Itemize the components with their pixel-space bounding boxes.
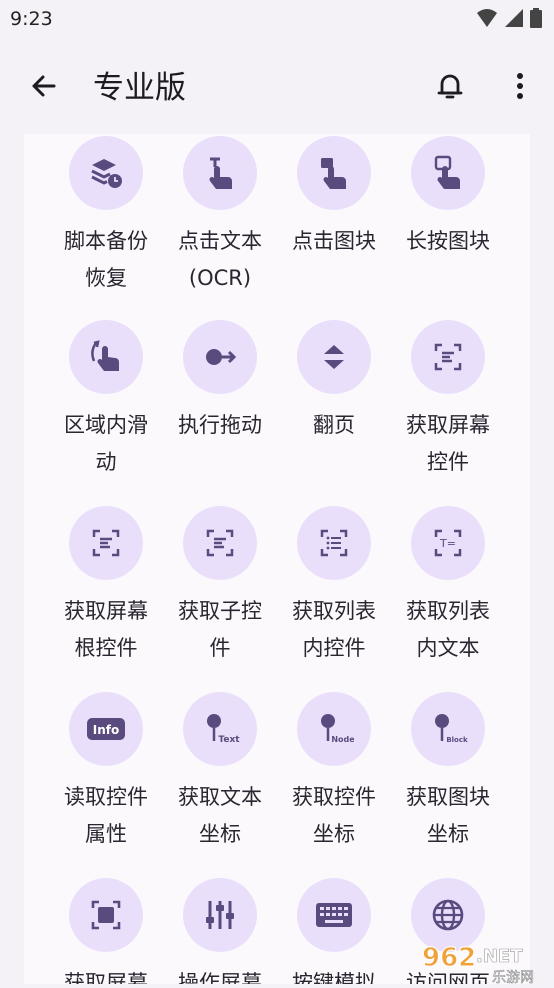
svg-text:Info: Info — [93, 723, 119, 737]
item-label: 获取屏幕 — [64, 971, 148, 984]
grid-item-screen-control[interactable]: 获取屏幕 控件 — [391, 320, 505, 481]
back-button[interactable] — [24, 66, 64, 106]
info-icon: Info — [87, 718, 125, 740]
grid-item-drag[interactable]: 执行拖动 — [163, 320, 277, 444]
grid-item-child-control[interactable]: 获取子控 件 — [163, 506, 277, 667]
grid-item-page-turn[interactable]: 翻页 — [277, 320, 391, 444]
item-label: 长按图块 — [406, 229, 490, 253]
grid-item-screenshot[interactable]: 获取屏幕 — [49, 878, 163, 984]
signal-icon — [505, 9, 523, 27]
item-label: 获取文本 坐标 — [178, 785, 262, 846]
item-label: 翻页 — [313, 413, 355, 437]
svg-text:962: 962 — [422, 943, 476, 973]
grid-item-swipe-area[interactable]: 区域内滑 动 — [49, 320, 163, 481]
grid-item-text-coords[interactable]: Text 获取文本 坐标 — [163, 692, 277, 853]
list-text-icon: T= — [434, 529, 462, 557]
item-label: 操作屏幕 — [178, 971, 262, 984]
backup-clock-icon — [91, 159, 122, 188]
screen-control-icon — [434, 343, 462, 371]
grid-item-tap-block[interactable]: 点击图块 — [277, 134, 391, 260]
grid-item-script-backup[interactable]: 脚本备份 恢复 — [49, 134, 163, 297]
bell-icon — [437, 74, 463, 99]
battery-icon — [530, 8, 542, 28]
app-bar: 专业版 — [0, 38, 554, 134]
root-control-icon — [92, 529, 120, 557]
tap-block-icon — [321, 158, 346, 189]
status-time: 9:23 — [10, 8, 53, 30]
item-label: 执行拖动 — [178, 413, 262, 437]
watermark-logo: 962 .NET 乐游网 — [418, 938, 554, 987]
item-label: 获取控件 坐标 — [292, 785, 376, 846]
svg-text:乐游网: 乐游网 — [492, 970, 534, 984]
item-label: 脚本备份 恢复 — [64, 229, 148, 290]
grid-item-root-control[interactable]: 获取屏幕 根控件 — [49, 506, 163, 667]
item-label: 获取列表 内控件 — [292, 599, 376, 660]
swipe-area-icon — [91, 340, 119, 371]
grid-item-block-coords[interactable]: Block 获取图块 坐标 — [391, 692, 505, 853]
text-pin-icon: Text — [207, 714, 240, 745]
notification-button[interactable] — [430, 66, 470, 106]
sliders-icon — [206, 901, 234, 929]
svg-text:Text: Text — [218, 735, 240, 745]
page-turn-icon — [324, 345, 344, 369]
page-title: 专业版 — [93, 70, 186, 106]
svg-text:.NET: .NET — [476, 946, 523, 967]
more-vert-icon — [517, 73, 523, 99]
globe-icon — [432, 899, 464, 931]
item-label: 按键模拟 — [292, 971, 376, 984]
list-control-icon — [320, 529, 348, 557]
grid-item-list-text[interactable]: T= 获取列表 内文本 — [391, 506, 505, 667]
long-press-icon — [434, 155, 460, 189]
item-label: 获取屏幕 控件 — [406, 413, 490, 474]
item-label: 获取列表 内文本 — [406, 599, 490, 660]
drag-icon — [206, 349, 237, 365]
arrow-back-icon — [32, 75, 56, 97]
item-label: 点击图块 — [292, 229, 376, 253]
item-label: 获取图块 坐标 — [406, 785, 490, 846]
keyboard-icon — [316, 903, 352, 927]
screenshot-icon — [91, 900, 121, 930]
tap-text-icon — [209, 157, 232, 189]
item-label: 点击文本 (OCR) — [178, 229, 262, 290]
grid-item-control-coords[interactable]: Node 获取控件 坐标 — [277, 692, 391, 853]
grid-item-long-press-block[interactable]: 长按图块 — [391, 134, 505, 260]
grid-item-list-control[interactable]: 获取列表 内控件 — [277, 506, 391, 667]
block-pin-icon: Block — [435, 714, 468, 744]
node-pin-icon: Node — [321, 714, 354, 744]
feature-grid: 脚本备份 恢复 点击文本 (OCR) 点击图块 长按图块 区域内滑 动 执行拖动… — [24, 134, 530, 984]
grid-item-tap-text[interactable]: 点击文本 (OCR) — [163, 134, 277, 297]
svg-text:Node: Node — [331, 735, 354, 744]
more-options-button[interactable] — [500, 66, 540, 106]
svg-text:Block: Block — [446, 736, 468, 744]
item-label: 获取子控 件 — [178, 599, 262, 660]
grid-item-operate-screen[interactable]: 操作屏幕 — [163, 878, 277, 984]
grid-item-read-attributes[interactable]: Info 读取控件 属性 — [49, 692, 163, 853]
child-control-icon — [206, 529, 234, 557]
item-label: 获取屏幕 根控件 — [64, 599, 148, 660]
status-bar: 9:23 — [0, 0, 554, 38]
item-label: 区域内滑 动 — [64, 413, 148, 474]
item-label: 读取控件 属性 — [64, 785, 148, 846]
grid-item-key-simulation[interactable]: 按键模拟 — [277, 878, 391, 984]
svg-text:T=: T= — [439, 537, 456, 550]
wifi-icon — [477, 9, 497, 27]
